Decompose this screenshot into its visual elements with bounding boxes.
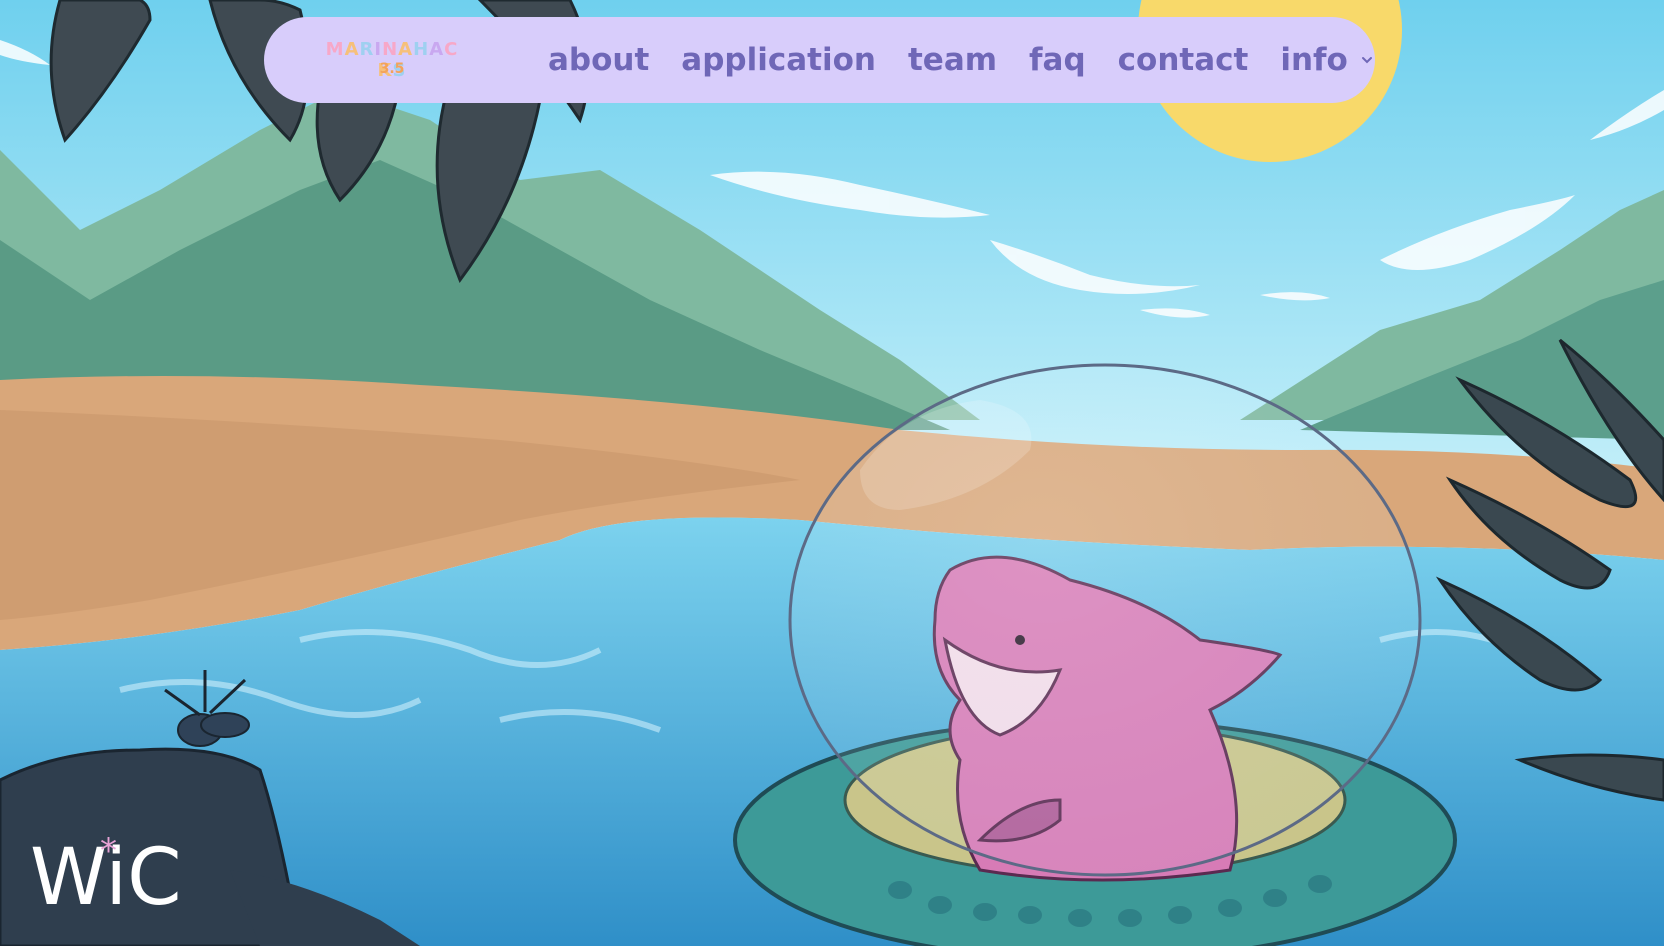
nav-link-faq[interactable]: faq bbox=[1029, 42, 1086, 78]
nav-link-team[interactable]: team bbox=[908, 42, 997, 78]
nav-dropdown-info-label: info bbox=[1280, 42, 1348, 78]
logo-letter: A bbox=[398, 39, 414, 60]
logo-letter: A bbox=[344, 39, 360, 60]
logo-letter: H bbox=[413, 39, 430, 60]
hero-background-illustration bbox=[0, 0, 1664, 946]
nav-link-application[interactable]: application bbox=[681, 42, 876, 78]
logo-letter: I bbox=[374, 39, 383, 60]
logo-version: 3.5 bbox=[379, 61, 405, 77]
wic-logo: WiC * bbox=[30, 834, 180, 914]
marinahacks-logo[interactable]: MARINAHACKS 3.5 bbox=[322, 39, 462, 83]
top-navigation-bar: MARINAHACKS 3.5 about application team f… bbox=[264, 17, 1375, 103]
logo-letter: M bbox=[325, 39, 345, 60]
nav-menu: about application team faq contact info bbox=[548, 17, 1374, 103]
logo-letter: C bbox=[444, 39, 459, 60]
wic-asterisk-icon: * bbox=[100, 834, 117, 871]
nav-link-contact[interactable]: contact bbox=[1118, 42, 1249, 78]
chevron-down-icon bbox=[1361, 57, 1372, 64]
logo-letter: N bbox=[382, 39, 399, 60]
nav-link-about[interactable]: about bbox=[548, 42, 649, 78]
logo-letter: R bbox=[359, 39, 375, 60]
logo-letter: A bbox=[429, 39, 445, 60]
nav-dropdown-info[interactable]: info bbox=[1280, 42, 1373, 78]
